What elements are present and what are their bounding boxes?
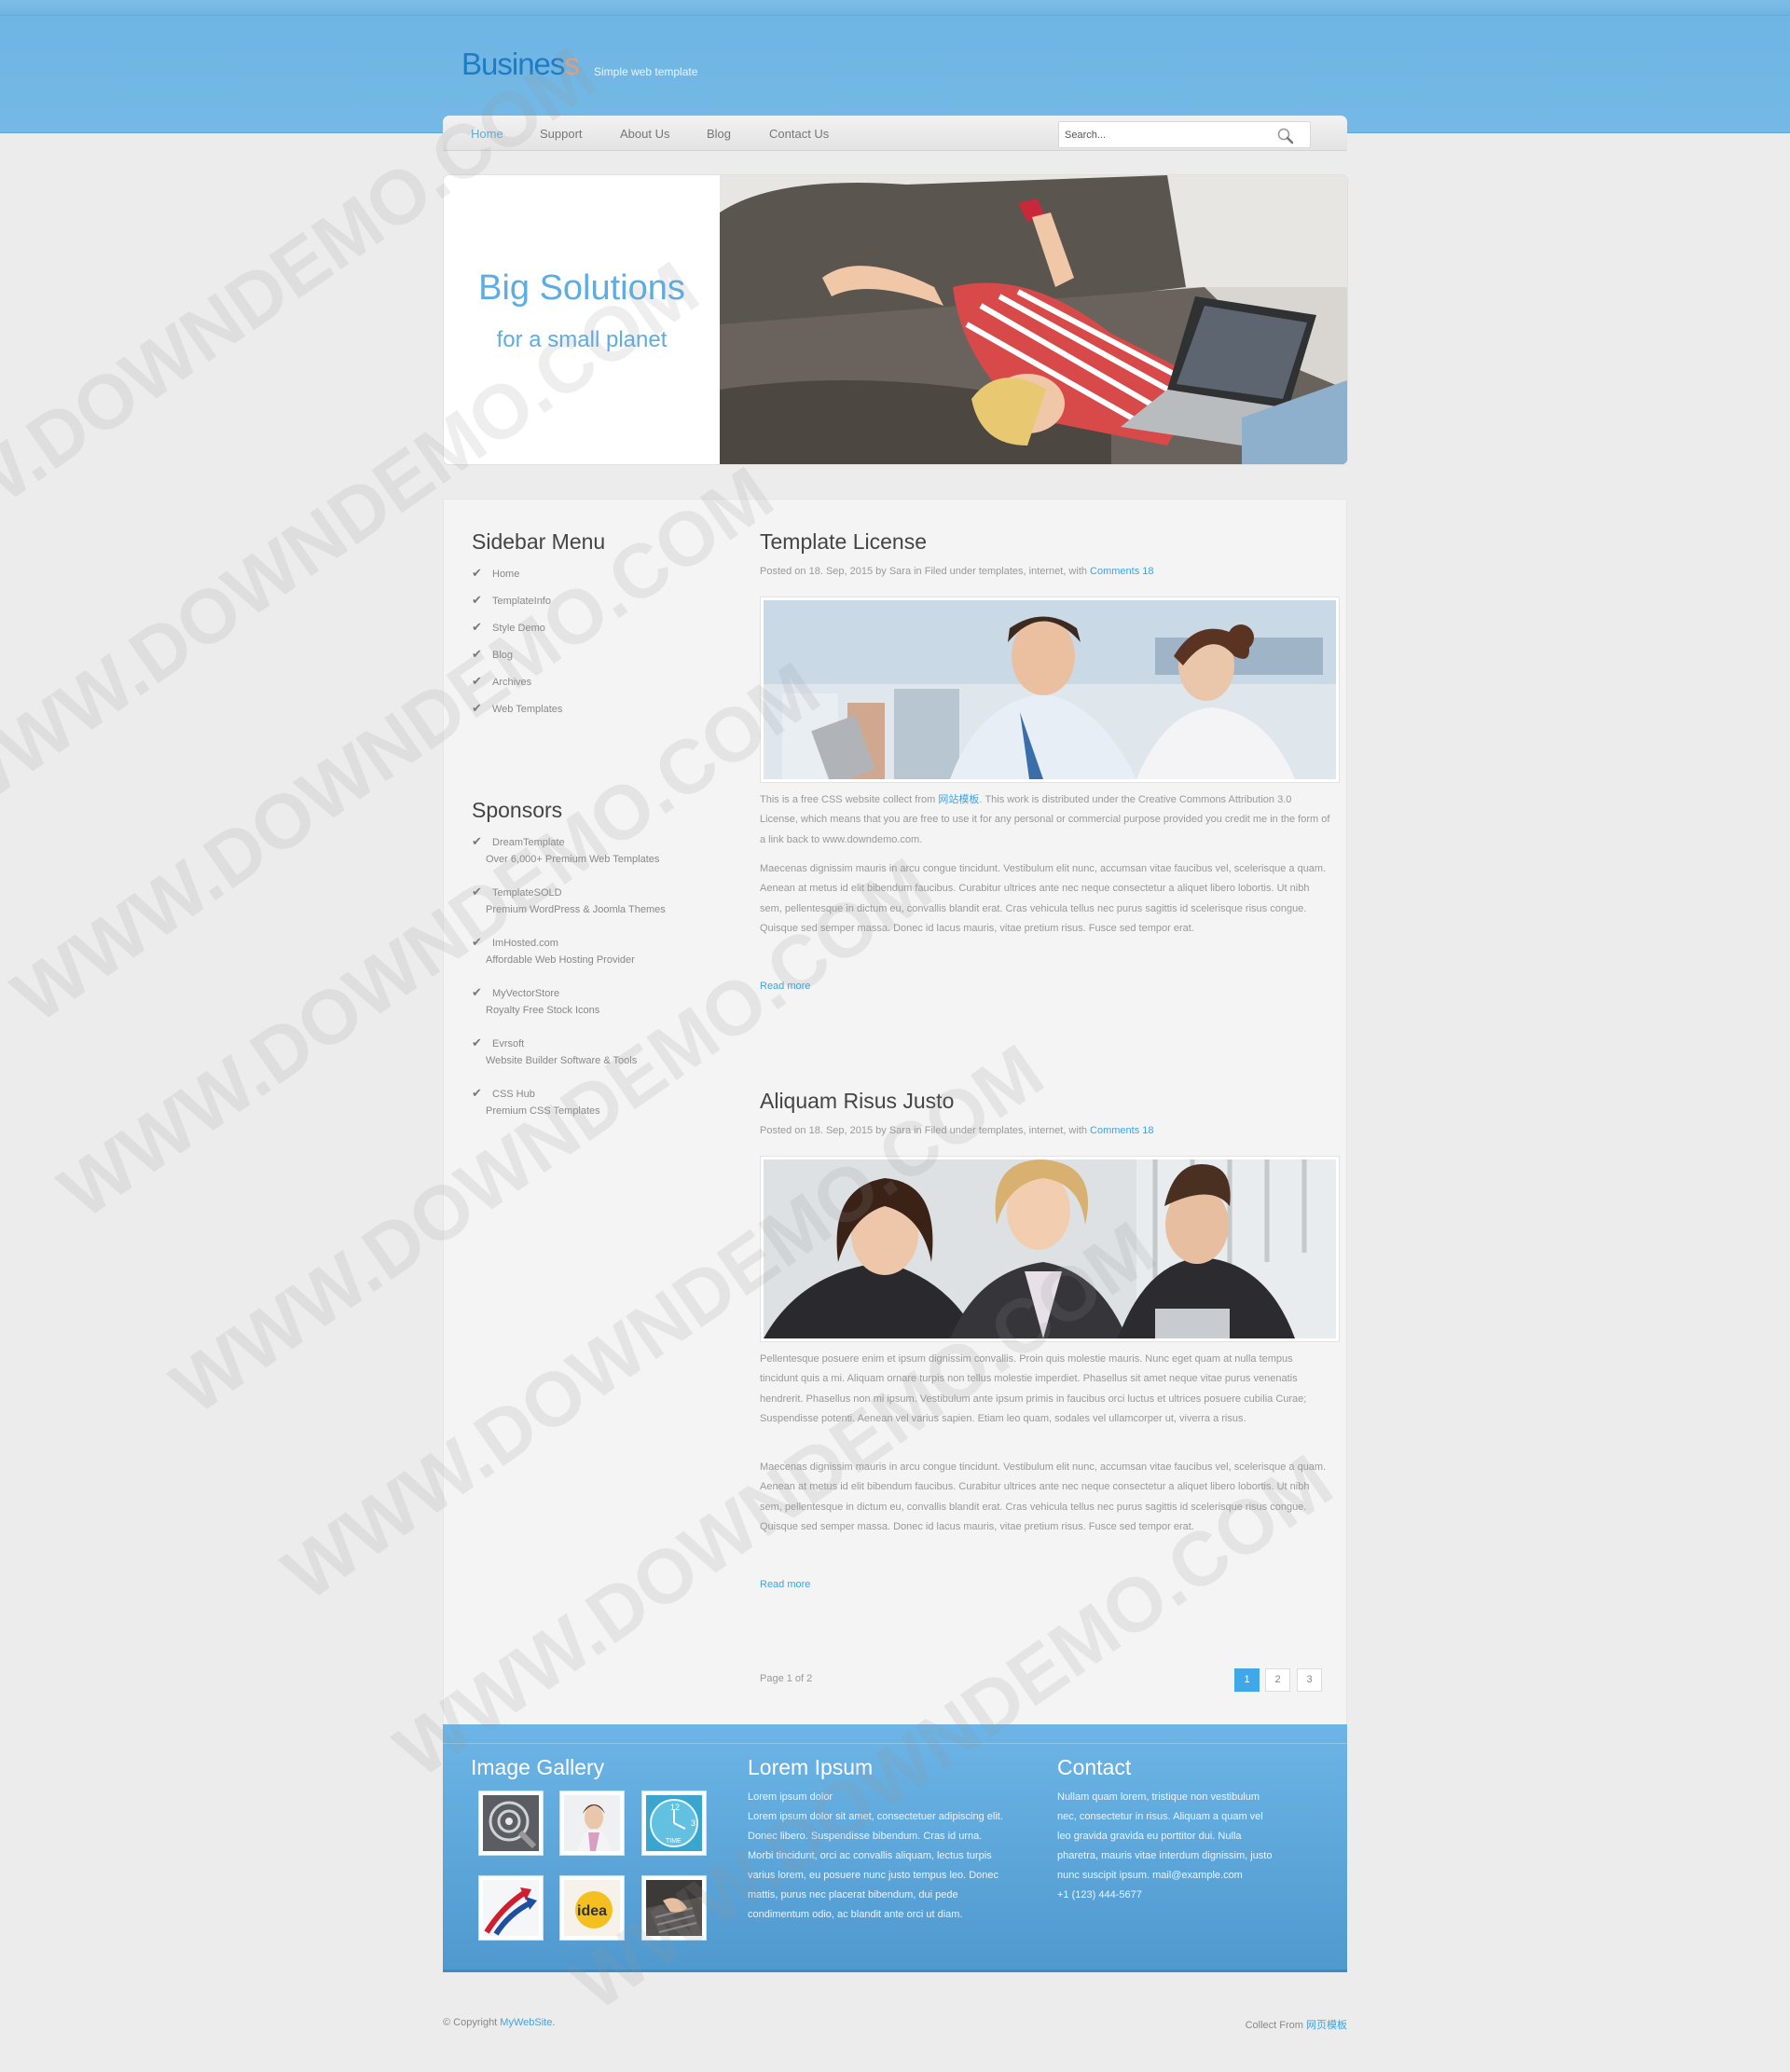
header-band [0,0,1790,133]
sponsor-link[interactable]: ✔ TemplateSOLD [472,885,562,899]
post-image-office-couple [760,597,1340,783]
checkmark-icon: ✔ [472,593,482,607]
read-more-link[interactable]: Read more [760,1579,810,1590]
sponsor-link[interactable]: ✔ ImHosted.com [472,935,558,950]
sidebar-menu-title: Sidebar Menu [472,529,606,554]
post-paragraph: Maecenas dignissim mauris in arcu congue… [760,863,1327,934]
gallery-thumb-arrows[interactable] [478,1875,544,1941]
gallery-thumb-target[interactable] [478,1791,544,1856]
page-2-button[interactable]: 2 [1265,1668,1290,1692]
content-panel: Sidebar Menu ✔ Home ✔ TemplateInfo ✔ Style … [443,499,1347,1724]
nav-home[interactable]: Home [471,127,503,141]
banner-title: Big Solutions [478,268,685,308]
checkmark-icon: ✔ [472,985,482,999]
post-image-business-team [760,1156,1340,1342]
source-link[interactable]: 网站模板 [938,794,979,805]
post-meta: Posted on 18. Sep, 2015 by Sara in Filed… [760,566,1154,577]
nav-support[interactable]: Support [540,127,583,141]
checkmark-icon: ✔ [472,834,482,848]
checkmark-icon: ✔ [472,701,482,715]
sidebar-item-blog[interactable]: ✔ Blog [472,647,513,662]
post-paragraph: This is a free CSS website collect from … [760,794,1330,845]
search-input[interactable] [1065,127,1270,144]
main-nav: Home Support About Us Blog Contact Us [443,116,1347,151]
site-logo[interactable]: Business [461,47,580,82]
gallery-thumb-keyboard[interactable] [641,1875,707,1941]
sponsor-link[interactable]: ✔ DreamTemplate [472,834,565,849]
nav-blog[interactable]: Blog [707,127,731,141]
svg-text:TIME: TIME [666,1838,682,1845]
comments-link[interactable]: Comments 18 [1090,566,1153,577]
sidebar-item-style-demo[interactable]: ✔ Style Demo [472,620,545,635]
gallery-thumb-woman[interactable] [559,1791,625,1856]
sponsors-title: Sponsors [472,798,563,822]
sponsor-link[interactable]: ✔ CSS Hub [472,1086,535,1101]
copyright-text: © Copyright MyWebSite. [443,2017,556,2028]
sponsor-description: Affordable Web Hosting Provider [486,954,635,966]
lorem-ipsum-text: Lorem ipsum dolor Lorem ipsum dolor sit … [748,1791,1003,1920]
sponsor-description: Royalty Free Stock Icons [486,1005,600,1016]
checkmark-icon: ✔ [472,647,482,661]
sidebar-item-home[interactable]: ✔ Home [472,566,519,581]
page-3-button[interactable]: 3 [1297,1668,1322,1692]
post-paragraph: Maecenas dignissim mauris in arcu congue… [760,1461,1327,1532]
logo-main: Busines [461,47,565,81]
post-meta: Posted on 18. Sep, 2015 by Sara in Filed… [760,1125,1154,1136]
comments-link[interactable]: Comments 18 [1090,1125,1153,1136]
sponsor-description: Premium WordPress & Joomla Themes [486,904,666,915]
sidebar-item-web-templates[interactable]: ✔ Web Templates [472,701,562,716]
collect-link[interactable]: 网页模板 [1306,2020,1347,2031]
checkmark-icon: ✔ [472,1086,482,1100]
banner-photo-woman-on-sofa [720,175,1347,464]
checkmark-icon: ✔ [472,885,482,899]
svg-text:3: 3 [691,1818,695,1828]
pagination-info: Page 1 of 2 [760,1673,813,1684]
svg-text:12: 12 [670,1803,680,1812]
sidebar-item-archives[interactable]: ✔ Archives [472,674,531,689]
nav-about-us[interactable]: About Us [620,127,669,141]
sponsor-description: Website Builder Software & Tools [486,1055,638,1066]
search-box [1058,121,1311,148]
page-1-button[interactable]: 1 [1234,1668,1260,1692]
sponsor-description: Over 6,000+ Premium Web Templates [486,854,660,865]
checkmark-icon: ✔ [472,620,482,634]
post-title[interactable]: Template License [760,529,927,555]
checkmark-icon: ✔ [472,674,482,688]
hero-banner: Big Solutions for a small planet [444,175,1347,464]
collect-from-text: Collect From 网页模板 [1245,2020,1347,2031]
copyright-link[interactable]: MyWebSite [500,2017,552,2028]
read-more-link[interactable]: Read more [760,981,810,992]
post-title[interactable]: Aliquam Risus Justo [760,1089,954,1114]
contact-title: Contact [1057,1755,1132,1779]
footer: Image Gallery 12 3 TIME idea Lorem Ipsum L… [443,1724,1347,1972]
gallery-thumb-idea[interactable]: idea [559,1875,625,1941]
search-icon[interactable] [1276,127,1295,145]
logo-accent-letter: s [564,47,579,81]
sponsor-link[interactable]: ✔ Evrsoft [472,1036,524,1050]
sponsor-description: Premium CSS Templates [486,1105,600,1117]
checkmark-icon: ✔ [472,1036,482,1050]
banner-subtitle: for a small planet [496,327,668,352]
site-tagline: Simple web template [594,65,698,78]
banner-text-panel: Big Solutions for a small planet [444,175,720,464]
contact-text: Nullam quam lorem, tristique non vestibu… [1057,1791,1273,1900]
checkmark-icon: ✔ [472,935,482,949]
sponsor-link[interactable]: ✔ MyVectorStore [472,985,559,1000]
gallery-thumb-clock[interactable]: 12 3 TIME [641,1791,707,1856]
post-paragraph: Pellentesque posuere enim et ipsum digni… [760,1353,1307,1424]
sidebar-item-templateinfo[interactable]: ✔ TemplateInfo [472,593,551,608]
checkmark-icon: ✔ [472,566,482,580]
svg-text:idea: idea [577,1903,607,1919]
gallery-title: Image Gallery [471,1755,605,1779]
nav-contact-us[interactable]: Contact Us [769,127,829,141]
lorem-ipsum-title: Lorem Ipsum [748,1755,874,1779]
